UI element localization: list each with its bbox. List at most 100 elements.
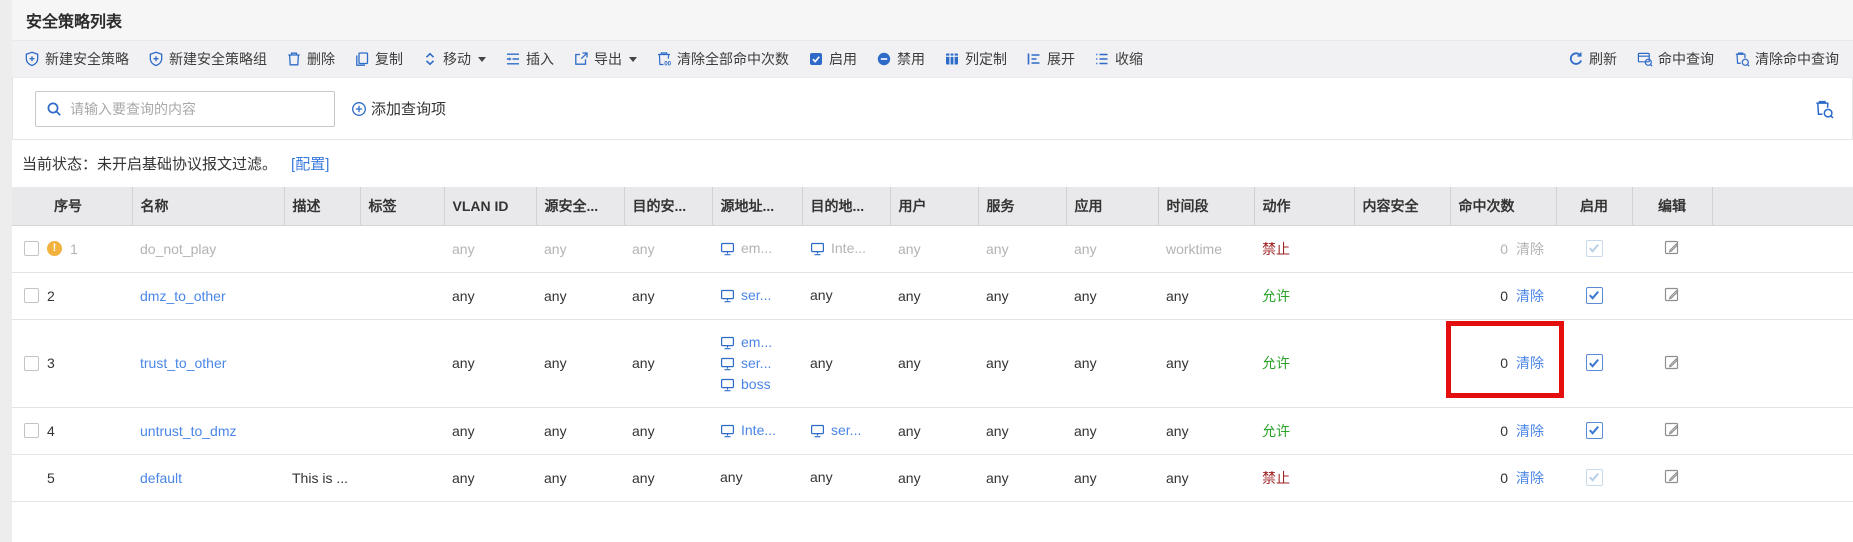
insert-button[interactable]: 插入: [505, 49, 554, 69]
copy-button-label: 复制: [375, 49, 403, 69]
col-enabled: 启用: [1556, 187, 1632, 225]
cell-desc: This is ...: [284, 454, 360, 501]
col-vlan: VLAN ID: [444, 187, 536, 225]
address-object-link[interactable]: Inte...: [720, 420, 794, 441]
delete-button-label: 删除: [307, 49, 335, 69]
row-checkbox[interactable]: [24, 423, 39, 438]
clear-all-hits-button[interactable]: 00清除全部命中次数: [656, 49, 789, 69]
configure-link[interactable]: [配置]: [291, 153, 329, 174]
enable-button[interactable]: 启用: [808, 49, 857, 69]
row-checkbox[interactable]: [24, 356, 39, 371]
cell-filler: [1712, 225, 1853, 272]
search-box[interactable]: [35, 91, 335, 127]
monitor-icon: [720, 423, 735, 438]
row-checkbox[interactable]: [24, 288, 39, 303]
delete-button[interactable]: 删除: [286, 49, 335, 69]
cell-content-security: [1354, 225, 1450, 272]
cell-hits: 0清除: [1450, 319, 1556, 407]
action-value: 禁止: [1262, 241, 1290, 257]
edit-button[interactable]: [1663, 467, 1681, 485]
collapse-button[interactable]: 收缩: [1094, 49, 1143, 69]
enabled-checkbox[interactable]: [1586, 287, 1603, 304]
cell-dst-addr: ser...: [802, 407, 890, 454]
cell-desc: [284, 225, 360, 272]
policy-name-link[interactable]: trust_to_other: [140, 355, 226, 371]
collapse-icon: [1094, 51, 1110, 67]
policy-table: 序号名称描述标签VLAN ID源安全...目的安...源地址...目的地...用…: [12, 187, 1853, 502]
policy-name-link[interactable]: dmz_to_other: [140, 288, 226, 304]
cell-edit: [1632, 454, 1712, 501]
caret-down-icon: [478, 57, 486, 62]
clear-hits-link[interactable]: 清除: [1516, 421, 1544, 441]
new-policy-button[interactable]: 新建安全策略: [24, 49, 129, 69]
expand-icon: [1026, 51, 1042, 67]
cell-dst-zone: any: [624, 407, 712, 454]
enabled-checkbox[interactable]: [1586, 240, 1603, 257]
cell-filler: [1712, 454, 1853, 501]
cell-dst-addr: Inte...: [802, 225, 890, 272]
address-object-link[interactable]: ser...: [720, 285, 794, 306]
cell-action: 禁止: [1254, 225, 1354, 272]
hit-query-button[interactable]: 命中查询: [1637, 49, 1714, 69]
cell-user: any: [890, 454, 978, 501]
enabled-checkbox[interactable]: [1586, 469, 1603, 486]
col-edit: 编辑: [1632, 187, 1712, 225]
col-user: 用户: [890, 187, 978, 225]
copy-icon: [354, 51, 370, 67]
address-object-link[interactable]: ser...: [720, 353, 794, 374]
address-object-link[interactable]: em...: [720, 332, 794, 353]
search-input[interactable]: [70, 101, 324, 117]
clear-hit-query-corner-icon[interactable]: [1814, 99, 1834, 119]
monitor-icon: [720, 356, 735, 371]
cell-enabled: [1556, 319, 1632, 407]
address-object-link[interactable]: Inte...: [810, 238, 882, 259]
refresh-button[interactable]: 刷新: [1568, 49, 1617, 69]
col-tag: 标签: [360, 187, 444, 225]
policy-row-dmz_to_other: 2dmz_to_otheranyanyanyser...anyanyanyany…: [12, 272, 1853, 319]
hit-count-value: 0: [1500, 241, 1508, 257]
clear-hits-link[interactable]: 清除: [1516, 468, 1544, 488]
clear-hits-link[interactable]: 清除: [1516, 353, 1544, 373]
export-button[interactable]: 导出: [573, 49, 637, 69]
cell-hits: 0 清除: [1450, 407, 1556, 454]
edit-button[interactable]: [1663, 353, 1681, 371]
clear-hits-link[interactable]: 清除: [1516, 286, 1544, 306]
clear-hit-query-button[interactable]: 清除命中查询: [1734, 49, 1839, 69]
clear-hits-link[interactable]: 清除: [1516, 239, 1544, 259]
address-object-link[interactable]: ser...: [810, 420, 882, 441]
disable-button[interactable]: 禁用: [876, 49, 925, 69]
copy-button[interactable]: 复制: [354, 49, 403, 69]
enabled-checkbox[interactable]: [1586, 422, 1603, 439]
security-policy-page: 安全策略列表 新建安全策略新建安全策略组删除复制移动插入导出00清除全部命中次数…: [12, 0, 1853, 542]
cell-filler: [1712, 319, 1853, 407]
trash-counter-icon: 00: [656, 51, 672, 67]
edit-button[interactable]: [1663, 238, 1681, 256]
cell-time: any: [1158, 272, 1254, 319]
cell-action: 禁止: [1254, 454, 1354, 501]
hit-count-value: 0: [1500, 423, 1508, 439]
address-object-link[interactable]: em...: [720, 238, 794, 259]
new-policy-group-button[interactable]: 新建安全策略组: [148, 49, 267, 69]
edit-button[interactable]: [1663, 420, 1681, 438]
edit-button[interactable]: [1663, 285, 1681, 303]
hit-count-value: 0: [1500, 288, 1508, 304]
row-checkbox[interactable]: [24, 241, 39, 256]
address-object-link[interactable]: boss: [720, 374, 794, 395]
expand-button[interactable]: 展开: [1026, 49, 1075, 69]
cell-hits: 0清除: [1450, 454, 1556, 501]
column-customize-button[interactable]: 列定制: [944, 49, 1007, 69]
toolbar-left-group: 新建安全策略新建安全策略组 删除 复制移动插入导出 00清除全部命中次数 启用禁用列定制…: [24, 49, 1162, 69]
cell-time: any: [1158, 454, 1254, 501]
monitor-icon: [810, 423, 825, 438]
collapse-button-label: 收缩: [1115, 49, 1143, 69]
policy-name-link[interactable]: do_not_play: [140, 241, 216, 257]
cell-vlan: any: [444, 454, 536, 501]
col-src-addr: 源地址...: [712, 187, 802, 225]
enabled-checkbox[interactable]: [1586, 354, 1603, 371]
address-text: Inte...: [741, 420, 776, 441]
policy-name-link[interactable]: untrust_to_dmz: [140, 423, 237, 439]
move-button[interactable]: 移动: [422, 49, 486, 69]
policy-name-link[interactable]: default: [140, 470, 182, 486]
enable-button-label: 启用: [829, 49, 857, 69]
add-query-button[interactable]: 添加查询项: [351, 98, 446, 119]
